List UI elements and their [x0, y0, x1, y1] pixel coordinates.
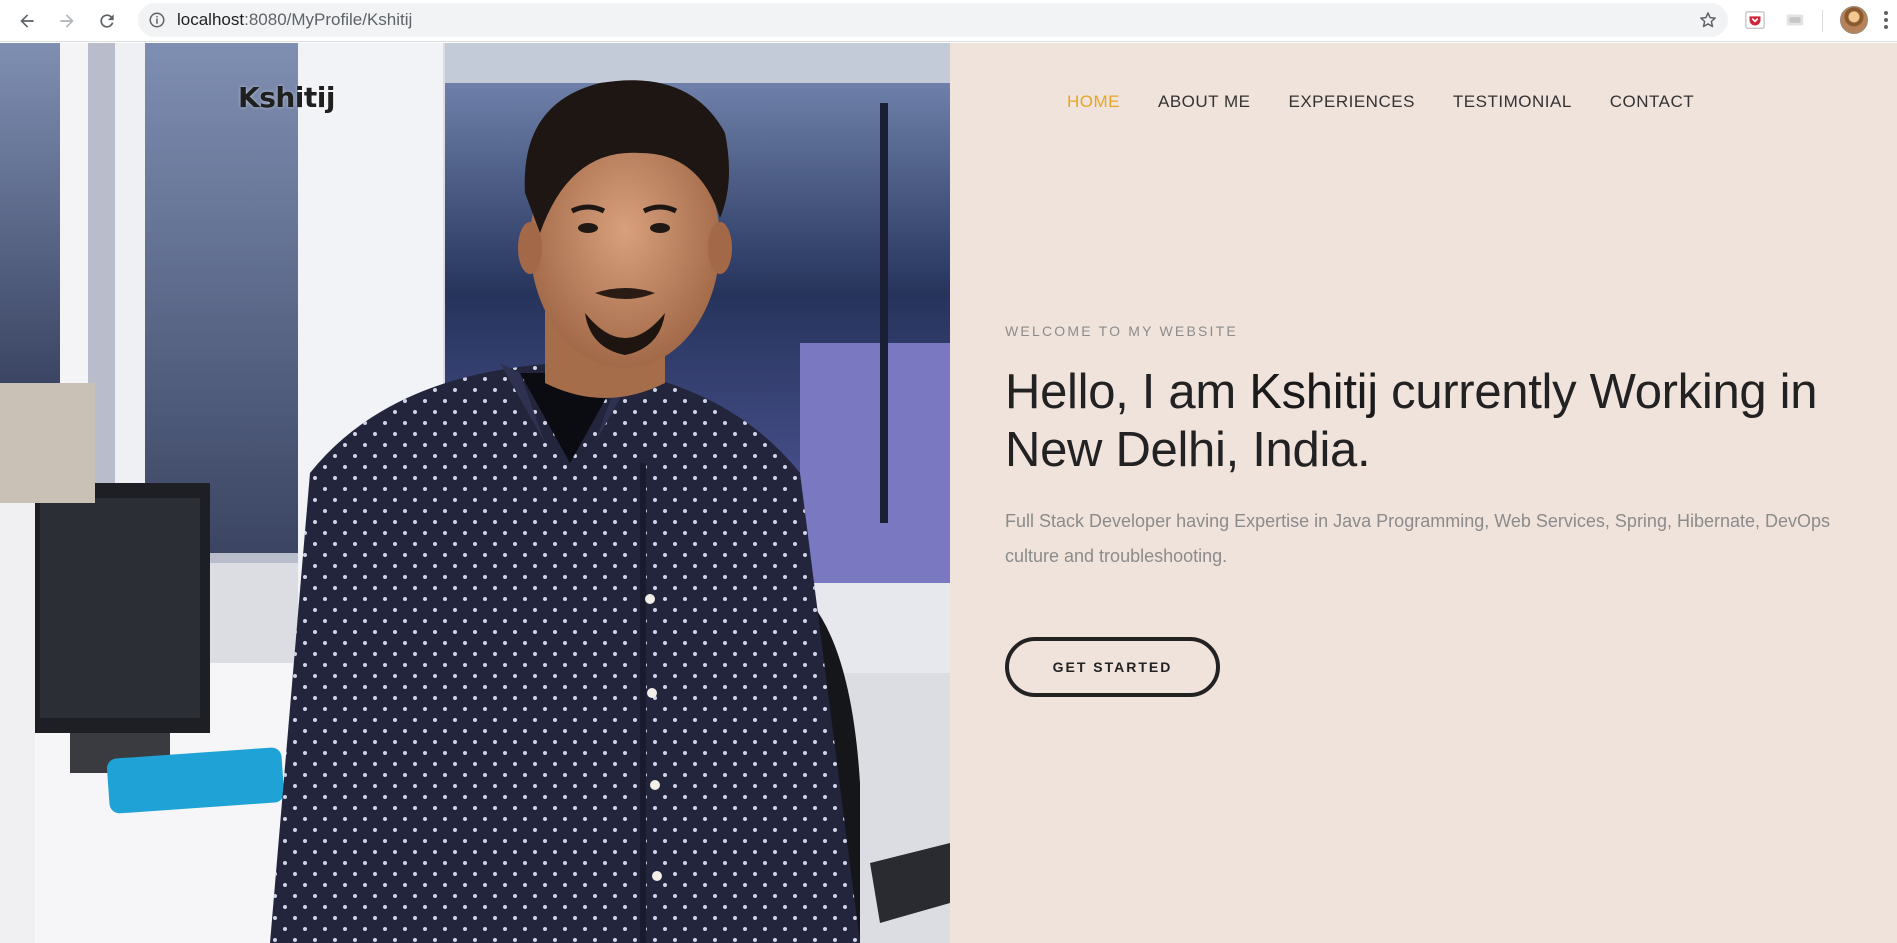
back-button[interactable] [12, 6, 42, 36]
nav-item-experiences[interactable]: EXPERIENCES [1288, 92, 1414, 112]
portrait-image [0, 43, 950, 943]
extension-icon[interactable] [1784, 9, 1806, 31]
address-bar[interactable]: localhost:8080/MyProfile/Kshitij [138, 3, 1728, 37]
profile-page: Kshitij HOME ABOUT ME EXPERIENCES TESTIM… [0, 43, 1897, 943]
star-icon[interactable] [1698, 10, 1718, 30]
site-logo[interactable]: Kshitij [238, 81, 335, 114]
reload-icon [100, 14, 114, 28]
profile-photo [0, 43, 950, 943]
more-vertical-icon[interactable] [1883, 9, 1889, 31]
forward-button[interactable] [52, 6, 82, 36]
hero-description: Full Stack Developer having Expertise in… [1005, 511, 1831, 566]
url-text[interactable]: localhost:8080/MyProfile/Kshitij [177, 10, 412, 30]
pocket-extension-icon[interactable] [1744, 9, 1766, 31]
avatar[interactable] [1840, 6, 1868, 34]
browser-toolbar: localhost:8080/MyProfile/Kshitij [0, 0, 1897, 42]
url-host: localhost [177, 10, 245, 29]
url-path: :8080/MyProfile/Kshitij [244, 10, 413, 29]
toolbar-divider [1822, 10, 1823, 32]
hero-eyebrow: WELCOME TO MY WEBSITE [1005, 323, 1238, 339]
nav-item-testimonial[interactable]: TESTIMONIAL [1453, 92, 1572, 112]
get-started-button[interactable]: GET STARTED [1005, 637, 1220, 697]
reload-button[interactable] [92, 6, 122, 36]
hero-section: HOME ABOUT ME EXPERIENCES TESTIMONIAL CO… [950, 43, 1897, 943]
headline-prefix: Hello, I am [1005, 365, 1250, 419]
nav-item-contact[interactable]: CONTACT [1610, 92, 1694, 112]
nav-item-home[interactable]: HOME [1067, 92, 1120, 112]
info-icon[interactable] [148, 11, 166, 29]
headline-name: Kshitij [1249, 365, 1378, 419]
hero-headline: Hello, I am Kshitij currently Working in… [1005, 363, 1865, 479]
main-navigation: HOME ABOUT ME EXPERIENCES TESTIMONIAL CO… [1067, 92, 1694, 112]
nav-item-about-me[interactable]: ABOUT ME [1158, 92, 1250, 112]
arrow-left-icon [20, 14, 34, 28]
arrow-right-icon [60, 14, 74, 28]
